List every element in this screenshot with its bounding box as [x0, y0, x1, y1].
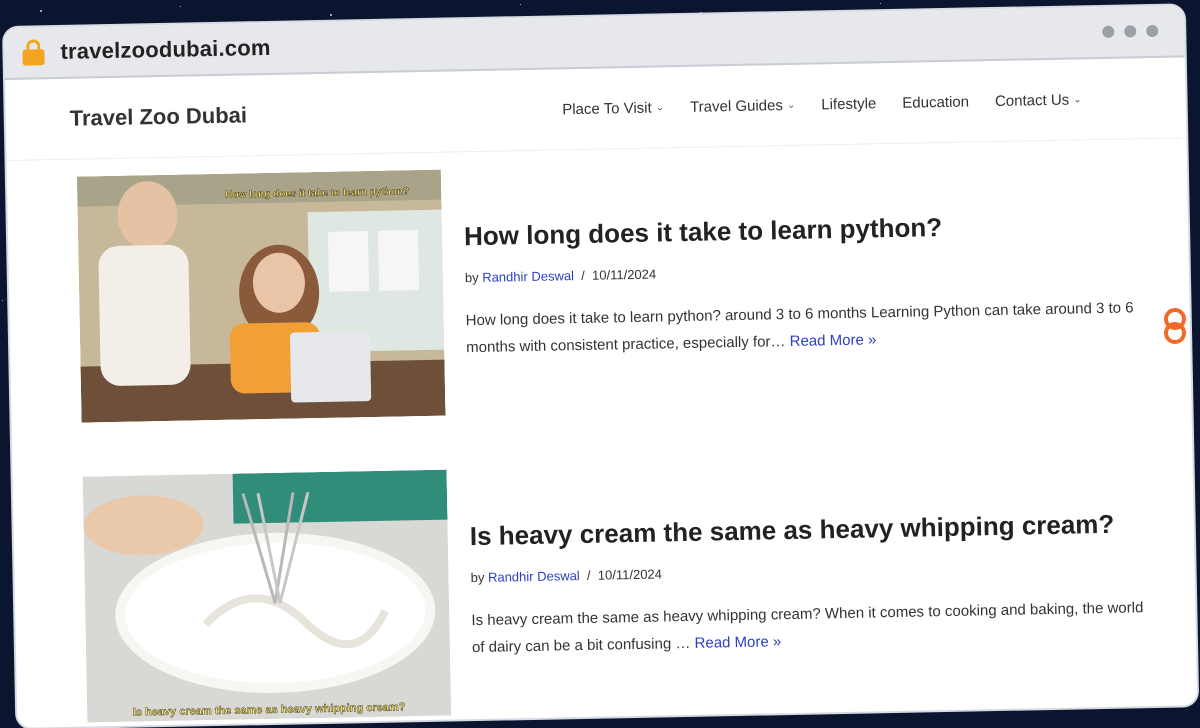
url-text: travelzoodubai.com [60, 34, 271, 64]
post-title[interactable]: Is heavy cream the same as heavy whippin… [470, 508, 1144, 552]
read-more-link[interactable]: Read More » [694, 633, 781, 652]
guestpostlinks-watermark: GUESTPOSTLINKS [1158, 60, 1194, 360]
whipped-cream-image: Is heavy cream the same as heavy whippin… [82, 469, 452, 723]
post-card: Is heavy cream the same as heavy whippin… [82, 456, 1148, 723]
nav-item-place-to-visit[interactable]: Place To Visit ⌄ [562, 99, 664, 118]
chevron-down-icon: ⌄ [786, 99, 796, 111]
post-thumbnail[interactable]: How long does it take to learn python? [76, 169, 446, 423]
read-more-link[interactable]: Read More » [789, 331, 876, 350]
nav-item-education[interactable]: Education [902, 93, 969, 111]
post-meta: by Randhir Deswal / 10/11/2024 [464, 266, 657, 286]
nav-item-contact-us[interactable]: Contact Us ⌄ [995, 91, 1082, 109]
post-card: How long does it take to learn python? H… [76, 156, 1142, 423]
post-title[interactable]: How long does it take to learn python? [464, 208, 1138, 252]
window-controls [1102, 24, 1159, 38]
post-thumbnail[interactable]: Is heavy cream the same as heavy whippin… [82, 469, 452, 723]
nav-item-travel-guides[interactable]: Travel Guides ⌄ [690, 96, 796, 116]
author-link[interactable]: Randhir Deswal [488, 568, 580, 585]
author-link[interactable]: Randhir Deswal [482, 268, 574, 285]
window-dot-icon[interactable] [1146, 24, 1159, 38]
browser-window: travelzoodubai.com Travel Zoo Dubai Plac… [4, 5, 1198, 728]
post-excerpt: Is heavy cream the same as heavy whippin… [471, 599, 1144, 657]
post-date: 10/11/2024 [591, 266, 657, 283]
classroom-image: How long does it take to learn python? [76, 169, 446, 423]
window-dot-icon[interactable] [1102, 25, 1115, 38]
window-dot-icon[interactable] [1124, 25, 1137, 38]
chevron-down-icon: ⌄ [1073, 93, 1082, 105]
watermark-text: GUESTPOSTLINKS [1160, 67, 1191, 320]
chevron-down-icon: ⌄ [655, 101, 665, 114]
nav-item-lifestyle[interactable]: Lifestyle [821, 95, 876, 113]
post-excerpt: How long does it take to learn python? a… [465, 299, 1134, 357]
main-nav: Place To Visit ⌄ Travel Guides ⌄ Lifesty… [562, 91, 1082, 118]
post-meta: by Randhir Deswal / 10/11/2024 [470, 566, 663, 586]
site-title[interactable]: Travel Zoo Dubai [70, 102, 248, 131]
lock-icon [22, 39, 45, 66]
post-date: 10/11/2024 [597, 566, 663, 583]
